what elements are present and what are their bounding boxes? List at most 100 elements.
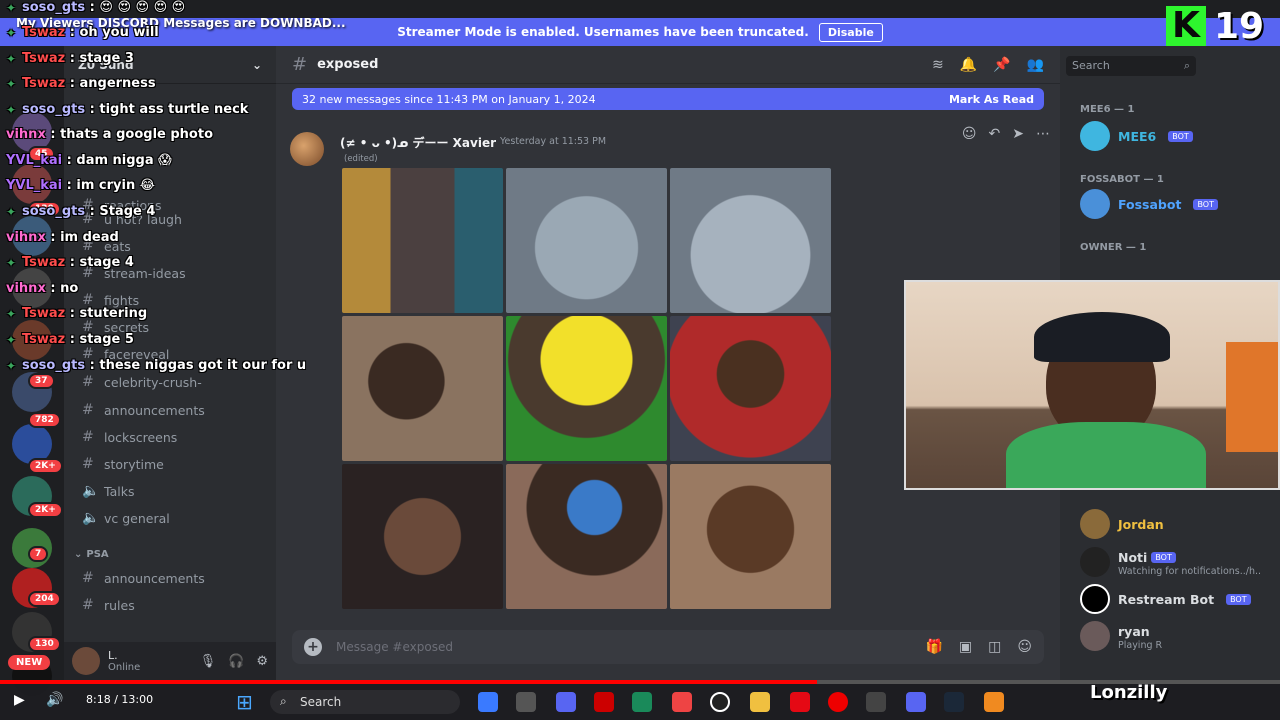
chat-user: Tswaz xyxy=(22,255,66,270)
gallery-image[interactable] xyxy=(670,464,831,609)
streamer-logo: K xyxy=(1166,6,1206,46)
chat-line: ✦ Tswaz : angerness xyxy=(6,76,156,91)
mark-as-read-button[interactable]: Mark As Read xyxy=(949,93,1034,106)
member-category: OWNER — 1 xyxy=(1080,242,1147,253)
volume-icon[interactable]: 🔊 xyxy=(46,692,63,708)
chat-line: ✦ soso_gts : 😍 😍 😍 😍 😍 xyxy=(6,0,185,15)
badge-icon: ✦ xyxy=(6,307,17,321)
chat-line: ✦ soso_gts : Stage 4 xyxy=(6,204,155,219)
app-icon[interactable] xyxy=(478,692,498,712)
composer-placeholder[interactable]: Message #exposed xyxy=(336,640,453,654)
gallery-image[interactable] xyxy=(342,168,503,313)
windows-icon[interactable]: ⊞ xyxy=(236,690,253,714)
discord-icon[interactable] xyxy=(906,692,926,712)
app-icon[interactable] xyxy=(672,692,692,712)
chat-text: : angerness xyxy=(65,76,156,91)
server-badge: 130 xyxy=(28,636,61,652)
badge-icon: ✦ xyxy=(6,52,17,66)
avatar[interactable] xyxy=(72,647,100,675)
app-icon[interactable] xyxy=(710,692,730,712)
gif-icon[interactable]: ▣ xyxy=(959,639,972,655)
avatar xyxy=(1080,547,1110,577)
message-composer[interactable]: + Message #exposed 🎁 ▣ ◫ ☺ xyxy=(292,630,1044,664)
disable-button[interactable]: Disable xyxy=(818,22,883,42)
threads-icon[interactable]: ≋ xyxy=(932,57,944,73)
pin-icon[interactable]: 📌 xyxy=(993,57,1010,73)
gallery-image[interactable] xyxy=(342,464,503,609)
emoji-icon[interactable]: ☺ xyxy=(1017,639,1032,655)
badge-icon: ✦ xyxy=(6,77,17,91)
channel-item[interactable]: # announcements xyxy=(72,565,268,591)
taskbar-search[interactable]: ⌕ Search xyxy=(270,690,460,714)
member-jordan[interactable]: Jordan xyxy=(1080,508,1270,540)
member-restream[interactable]: Restream Bot BOT xyxy=(1080,583,1270,615)
app-icon[interactable] xyxy=(556,692,576,712)
gallery-image[interactable] xyxy=(670,316,831,461)
forward-icon[interactable]: ➤ xyxy=(1012,126,1024,142)
member-activity: Watching for notifications../h.. xyxy=(1118,566,1262,577)
reply-icon[interactable]: ↶ xyxy=(989,126,1001,142)
member-category: FOSSABOT — 1 xyxy=(1080,174,1164,185)
member-ryan[interactable]: ryan Playing R xyxy=(1080,620,1270,652)
gallery-image[interactable] xyxy=(506,316,667,461)
netflix-icon[interactable] xyxy=(790,692,810,712)
member-mee6[interactable]: MEE6 BOT xyxy=(1080,120,1270,152)
taskbar-search-label: Search xyxy=(300,695,342,709)
dresser xyxy=(1226,342,1278,452)
chat-line: vihnx : im dead xyxy=(6,230,119,245)
channel-label: celebrity-crush- xyxy=(104,374,202,390)
badge-icon: ✦ xyxy=(6,256,17,270)
badge-icon: ✦ xyxy=(6,333,17,347)
more-icon[interactable]: ⋯ xyxy=(1036,126,1050,142)
app-icon[interactable] xyxy=(632,692,652,712)
channel-header: # exposed ≋ 🔔 📌 👥 xyxy=(276,46,1060,84)
channel-item[interactable]: # rules xyxy=(72,592,268,618)
voice-channel-item[interactable]: 🔈 Talks xyxy=(72,478,268,504)
gallery-image[interactable] xyxy=(342,316,503,461)
sticker-icon[interactable]: ◫ xyxy=(988,639,1001,655)
chat-user: Tswaz xyxy=(22,25,66,40)
banner-text: Streamer Mode is enabled. Usernames have… xyxy=(397,25,809,39)
category-psa[interactable]: ⌄ PSA xyxy=(74,549,109,560)
app-icon[interactable] xyxy=(984,692,1004,712)
add-reaction-icon[interactable]: ☺ xyxy=(962,126,977,142)
video-time: 8:18 / 13:00 xyxy=(86,693,154,706)
play-icon[interactable]: ▶ xyxy=(14,692,25,708)
plus-icon[interactable]: + xyxy=(304,638,322,656)
hash-icon: # xyxy=(82,570,94,586)
app-icon[interactable] xyxy=(594,692,614,712)
chevron-down-icon: ⌄ xyxy=(251,57,262,72)
channel-item[interactable]: # announcements xyxy=(72,397,268,423)
channel-item[interactable]: # lockscreens xyxy=(72,424,268,450)
steam-icon[interactable] xyxy=(944,692,964,712)
hash-icon: # xyxy=(82,402,94,418)
message-toolbar: ☺ ↶ ➤ ⋯ xyxy=(962,126,1050,142)
voice-channel-item[interactable]: 🔈 vc general xyxy=(72,505,268,531)
member-fossabot[interactable]: Fossabot BOT xyxy=(1080,188,1270,220)
gift-icon[interactable]: 🎁 xyxy=(925,639,942,655)
app-icon[interactable] xyxy=(516,692,536,712)
chat-text: : tight ass turtle neck xyxy=(85,102,249,117)
headphones-icon[interactable]: 🎧 xyxy=(228,654,244,669)
gallery-image[interactable] xyxy=(506,464,667,609)
channel-item[interactable]: # storytime xyxy=(72,451,268,477)
bell-icon[interactable]: 🔔 xyxy=(960,57,977,73)
gallery-image[interactable] xyxy=(506,168,667,313)
microphone-icon[interactable]: 🎙 xyxy=(200,654,217,669)
gallery-image[interactable] xyxy=(670,168,831,313)
folder-icon[interactable] xyxy=(750,692,770,712)
member-noti[interactable]: Noti BOT Watching for notifications../h.. xyxy=(1080,546,1270,578)
channel-label: announcements xyxy=(104,402,205,418)
chat-line: ✦ Tswaz : oh you will xyxy=(6,25,159,40)
new-messages-bar[interactable]: 32 new messages since 11:43 PM on Januar… xyxy=(292,88,1044,110)
members-icon[interactable]: 👥 xyxy=(1027,57,1044,73)
search-input[interactable]: Search ⌕ xyxy=(1066,56,1196,76)
app-icon[interactable] xyxy=(828,692,848,712)
gear-icon[interactable]: ⚙ xyxy=(256,654,268,669)
avatar xyxy=(1080,121,1110,151)
message-author[interactable]: (≠ • ᴗ •)ᓄ デーー Xavier xyxy=(340,134,496,151)
bot-tag: BOT xyxy=(1193,198,1218,210)
avatar[interactable] xyxy=(290,132,324,166)
chat-line: ✦ Tswaz : stutering xyxy=(6,306,147,321)
app-icon[interactable] xyxy=(866,692,886,712)
